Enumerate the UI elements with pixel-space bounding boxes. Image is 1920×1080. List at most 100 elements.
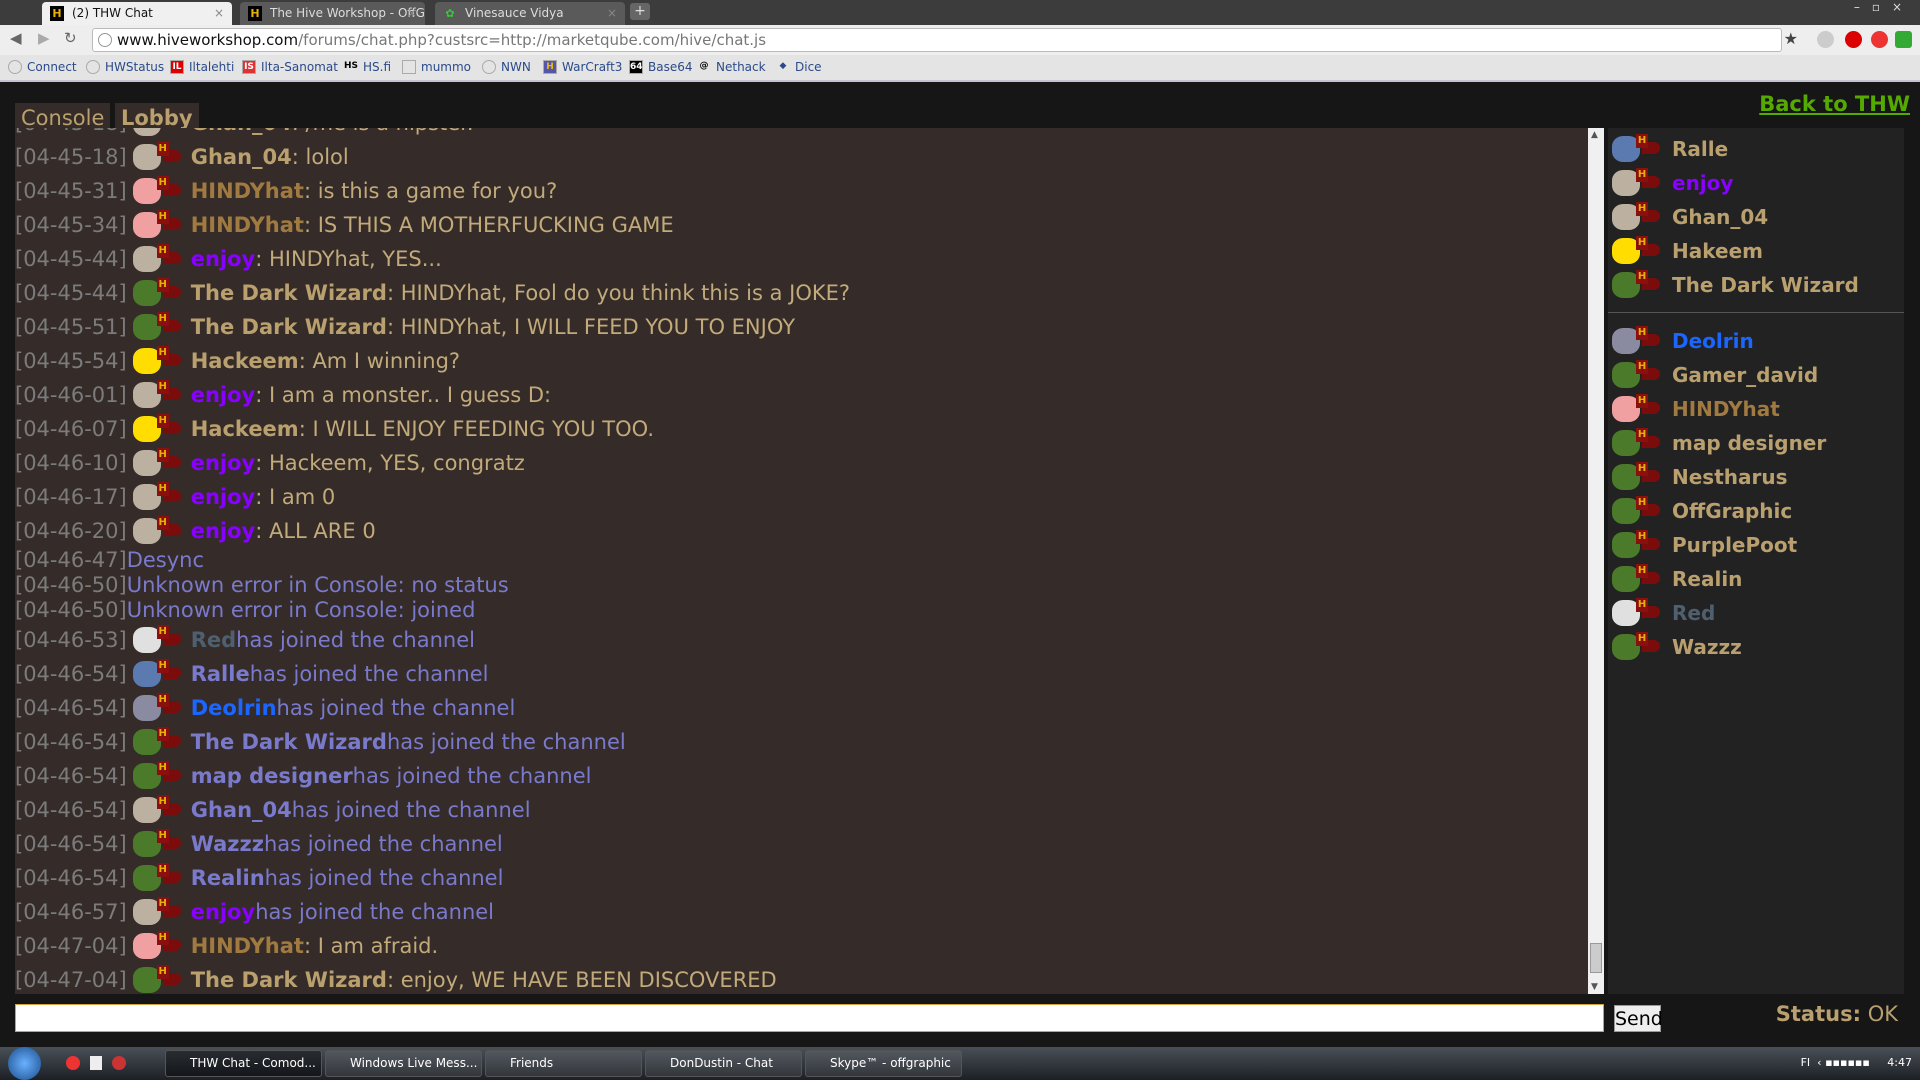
bookmark-star-icon[interactable]: ★ xyxy=(1784,29,1798,48)
chat-scrollbar[interactable]: ▲ ▼ xyxy=(1588,128,1604,994)
hs-icon: HS xyxy=(344,61,359,71)
username[interactable]: The Dark Wizard xyxy=(191,310,387,344)
taskbar-item-skype[interactable]: Skype™ - offgraphic xyxy=(805,1050,962,1077)
scroll-down-icon[interactable]: ▼ xyxy=(1591,982,1598,992)
user-list-item[interactable]: Henjoy xyxy=(1608,166,1904,200)
message-input[interactable] xyxy=(15,1004,1604,1032)
username[interactable]: The Dark Wizard xyxy=(191,725,387,759)
chrome-quicklaunch-icon[interactable] xyxy=(66,1056,80,1070)
chat-message: [04-46-01] Henjoy: I am a monster.. I gue… xyxy=(15,378,1588,412)
user-list-item[interactable]: H Ralle xyxy=(1608,132,1904,166)
bookmark-dice[interactable]: ◆ Dice xyxy=(776,60,822,74)
user-list-item[interactable]: H Ghan_04 xyxy=(1608,200,1904,234)
new-tab-button[interactable]: + xyxy=(630,3,650,20)
message-text: : I am a monster.. I guess D: xyxy=(255,383,552,407)
timestamp: [04-46-54] xyxy=(15,662,127,686)
close-tab-icon[interactable]: × xyxy=(214,2,224,25)
bookmark-connect[interactable]: Connect xyxy=(8,60,77,74)
tab-lobby[interactable]: Lobby xyxy=(115,103,199,130)
username[interactable]: enjoy xyxy=(191,242,256,276)
username[interactable]: Ghan_04 xyxy=(191,793,292,827)
user-list-item[interactable]: H Nestharus xyxy=(1608,460,1904,494)
back-to-thw-link[interactable]: Back to THW xyxy=(1759,92,1910,116)
start-button[interactable] xyxy=(8,1047,41,1080)
username[interactable]: enjoy xyxy=(191,378,256,412)
user-list-item[interactable]: H Realin xyxy=(1608,562,1904,596)
clock[interactable]: 4:47 xyxy=(1887,1056,1912,1069)
user-list-item[interactable]: H OffGraphic xyxy=(1608,494,1904,528)
username[interactable]: Red xyxy=(191,623,236,657)
join-text: has joined the channel xyxy=(291,798,531,822)
user-list-item[interactable]: H Gamer_david xyxy=(1608,358,1904,392)
username[interactable]: Realin xyxy=(191,861,265,895)
user-list-item[interactable]: H HINDYhat xyxy=(1608,392,1904,426)
url-input[interactable]: www.hiveworkshop.com/forums/chat.php?cus… xyxy=(92,28,1782,52)
ghoul-avatar-icon: H xyxy=(132,516,183,546)
taskbar-item-thw-chat[interactable]: THW Chat - Comod... xyxy=(165,1050,322,1077)
bookmark-hwstatus[interactable]: HWStatus xyxy=(86,60,164,74)
ghoul-avatar-icon: H xyxy=(132,482,183,512)
close-tab-icon[interactable]: × xyxy=(407,2,417,25)
taskbar-item-friends[interactable]: Friends xyxy=(485,1050,642,1077)
quicklaunch-icon[interactable] xyxy=(112,1056,126,1070)
taskbar-item-windows-live[interactable]: Windows Live Mess... xyxy=(325,1050,482,1077)
username[interactable]: Hackeem xyxy=(191,412,299,446)
username[interactable]: Ghan_04 xyxy=(191,128,292,140)
user-list-item[interactable]: Hmap designer xyxy=(1608,426,1904,460)
taskbar-item-dondustin-chat[interactable]: DonDustin - Chat xyxy=(645,1050,802,1077)
browser-tab-bar: H (2) THW Chat × H The Hive Workshop - OffG… xyxy=(0,0,1920,25)
signal-extension-icon[interactable] xyxy=(1817,31,1834,48)
tab-console[interactable]: Console xyxy=(15,103,111,130)
username[interactable]: Hackeem xyxy=(191,344,299,378)
username[interactable]: Wazzz xyxy=(191,827,264,861)
back-icon[interactable]: ◀ xyxy=(10,29,22,47)
scroll-thumb[interactable] xyxy=(1590,943,1602,973)
timestamp: [04-45-44] xyxy=(15,247,127,271)
username[interactable]: HINDYhat xyxy=(191,174,304,208)
bookmark-warcraft3[interactable]: H WarCraft3 xyxy=(543,60,622,74)
user-list-item[interactable]: H The Dark Wizard xyxy=(1608,268,1904,302)
username[interactable]: The Dark Wizard xyxy=(191,276,387,310)
bookmark-hs[interactable]: HS HS.fi xyxy=(344,60,391,74)
reload-icon[interactable]: ↻ xyxy=(64,29,77,47)
search-extension-icon[interactable] xyxy=(1871,31,1888,48)
close-tab-icon[interactable]: × xyxy=(607,2,617,25)
username[interactable]: enjoy xyxy=(191,480,256,514)
green-extension-icon[interactable] xyxy=(1895,31,1912,48)
browser-tab-thw-chat[interactable]: H (2) THW Chat × xyxy=(42,2,232,25)
bookmark-nwn[interactable]: NWN xyxy=(482,60,531,74)
bookmark-nethack[interactable]: @ Nethack xyxy=(697,60,766,74)
bookmark-iltalehti[interactable]: IL Iltalehti xyxy=(170,60,234,74)
username[interactable]: Deolrin xyxy=(191,691,277,725)
browser-tab-vinesauce[interactable]: ✿ Vinesauce Vidya × xyxy=(435,2,625,25)
timestamp: [04-46-54] xyxy=(15,832,127,856)
forward-icon[interactable]: ▶ xyxy=(38,29,50,47)
send-button[interactable]: Send xyxy=(1614,1005,1663,1032)
user-name: Gamer_david xyxy=(1672,363,1819,387)
orc-avatar-icon: H xyxy=(1612,632,1662,662)
user-list-item[interactable]: H Hakeem xyxy=(1608,234,1904,268)
scroll-up-icon[interactable]: ▲ xyxy=(1591,130,1598,140)
user-list-item[interactable]: H Wazzz xyxy=(1608,630,1904,664)
username[interactable]: enjoy xyxy=(191,895,256,929)
bookmark-ilta-sanomat[interactable]: IS Ilta-Sanomat xyxy=(242,60,338,74)
browser-tab-hive-workshop[interactable]: H The Hive Workshop - OffG × xyxy=(240,2,425,25)
username[interactable]: HINDYhat xyxy=(191,929,304,963)
user-list-item[interactable]: H Red xyxy=(1608,596,1904,630)
quicklaunch-icon[interactable] xyxy=(90,1056,102,1070)
username[interactable]: HINDYhat xyxy=(191,208,304,242)
user-list-item[interactable]: H PurplePoot xyxy=(1608,528,1904,562)
bookmark-mummo[interactable]: mummo xyxy=(402,60,471,74)
username[interactable]: map designer xyxy=(191,759,353,793)
bookmark-base64[interactable]: 64 Base64 xyxy=(629,60,693,74)
username[interactable]: The Dark Wizard xyxy=(191,963,387,994)
username[interactable]: enjoy xyxy=(191,446,256,480)
window-controls[interactable]: –▫× xyxy=(1854,0,1914,14)
ghoul-avatar-icon: H xyxy=(132,128,183,138)
username[interactable]: Ralle xyxy=(191,657,250,691)
username[interactable]: Ghan_04 xyxy=(191,140,292,174)
username[interactable]: enjoy xyxy=(191,514,256,548)
orc-avatar-icon: H xyxy=(132,727,183,757)
adblock-extension-icon[interactable] xyxy=(1845,31,1862,48)
user-list-item[interactable]: H Deolrin xyxy=(1608,324,1904,358)
